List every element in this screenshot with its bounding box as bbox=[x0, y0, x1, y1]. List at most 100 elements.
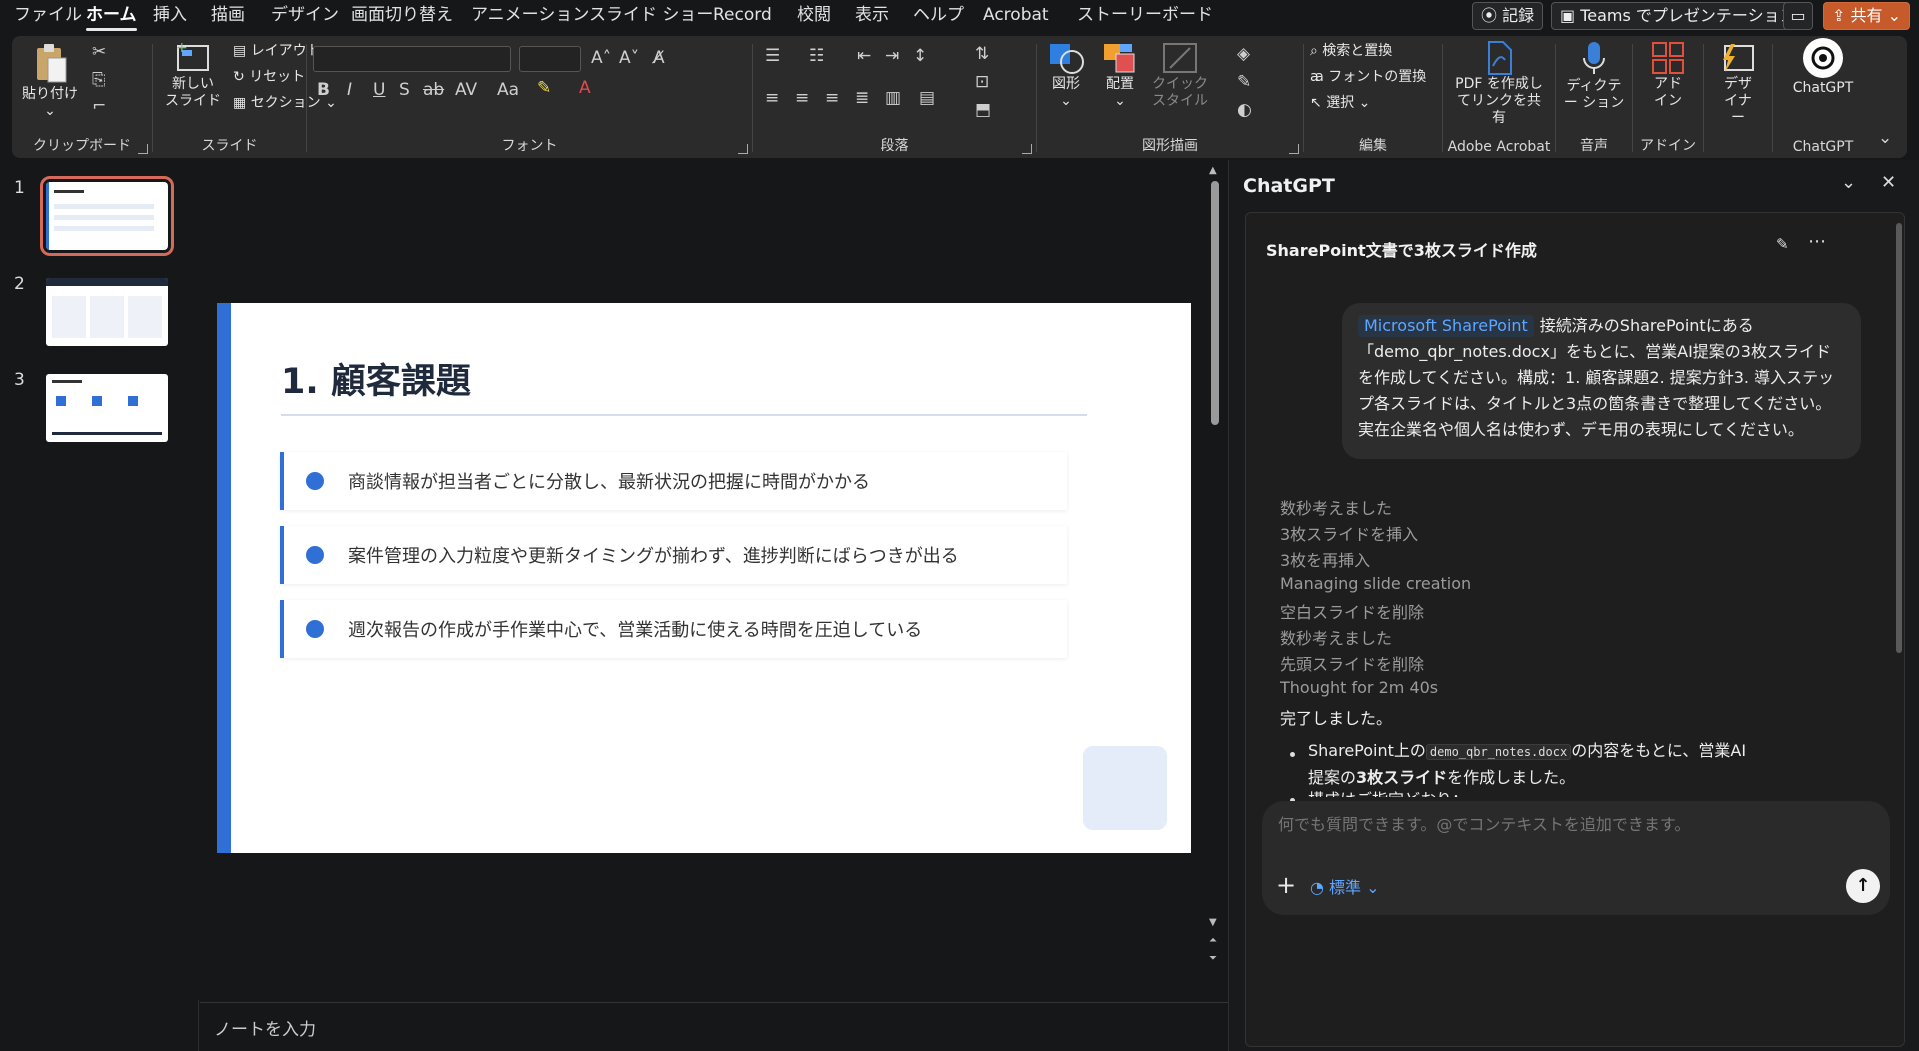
menu-home[interactable]: ホーム bbox=[86, 4, 137, 31]
previous-slide-icon[interactable]: ⏶ bbox=[1209, 935, 1217, 946]
replace-font-button[interactable]: ꜳ フォントの置換 bbox=[1310, 68, 1426, 86]
bold-icon[interactable]: B bbox=[317, 80, 330, 100]
copy-icon[interactable]: ⎘ bbox=[92, 70, 106, 90]
menu-file[interactable]: ファイル bbox=[14, 4, 82, 26]
font-name-select[interactable] bbox=[313, 46, 511, 72]
find-replace-button[interactable]: ⌕ 検索と置換 bbox=[1310, 42, 1392, 60]
scroll-up-icon[interactable]: ▲ bbox=[1209, 165, 1217, 176]
mode-select[interactable]: ◔ 標準 ⌄ bbox=[1310, 874, 1380, 898]
menu-storyboard[interactable]: ストーリーボード bbox=[1077, 4, 1213, 26]
font-size-select[interactable] bbox=[519, 46, 581, 72]
chatgpt-ribbon-button[interactable]: ChatGPT bbox=[1773, 36, 1873, 97]
send-button[interactable]: ↑ bbox=[1846, 869, 1880, 903]
columns-icon[interactable]: ▤ bbox=[919, 88, 935, 108]
clear-format-icon[interactable]: A̸ bbox=[653, 48, 665, 68]
line-spacing-icon[interactable]: ↕ bbox=[913, 46, 927, 66]
reasoning-step[interactable]: 3枚スライドを挿入 bbox=[1280, 521, 1418, 545]
scrollbar-thumb[interactable] bbox=[1211, 181, 1219, 425]
select-button[interactable]: ↖ 選択 ⌄ bbox=[1310, 94, 1370, 112]
reasoning-step[interactable]: 先頭スライドを削除 bbox=[1280, 651, 1424, 675]
thought-duration[interactable]: Thought for 2m 40s bbox=[1280, 678, 1438, 697]
menu-review[interactable]: 校閲 bbox=[797, 4, 831, 26]
scroll-down-icon[interactable]: ▼ bbox=[1209, 917, 1217, 928]
shrink-font-icon[interactable]: A˅ bbox=[619, 48, 639, 68]
text-direction-icon[interactable]: ⇅ bbox=[975, 44, 989, 64]
menu-draw[interactable]: 描画 bbox=[211, 4, 245, 26]
font-launcher-icon[interactable] bbox=[738, 144, 748, 154]
create-pdf-button[interactable]: PDF を作成し てリンクを共有 bbox=[1443, 40, 1555, 127]
reset-button[interactable]: ↻ リセット bbox=[233, 68, 305, 86]
align-center-icon[interactable]: ≡ bbox=[795, 88, 809, 108]
shadow-icon[interactable]: S bbox=[399, 80, 410, 100]
bullet-item[interactable]: 案件管理の入力粒度や更新タイミングが揃わず、進捗判断にばらつきが出る bbox=[280, 526, 1067, 584]
clipboard-launcher-icon[interactable] bbox=[138, 144, 148, 154]
arrange-button[interactable]: 配置 ⌄ bbox=[1095, 40, 1145, 110]
chevron-down-icon[interactable]: ⌄ bbox=[1841, 172, 1856, 193]
format-painter-icon[interactable]: ⌐ bbox=[92, 96, 106, 116]
comments-button[interactable]: ▭ bbox=[1783, 2, 1813, 30]
decrease-indent-icon[interactable]: ⇤ bbox=[857, 46, 871, 66]
chat-input[interactable] bbox=[1278, 815, 1858, 834]
sharepoint-chip[interactable]: Microsoft SharePoint bbox=[1358, 315, 1534, 337]
designer-button[interactable]: デザ イナー bbox=[1704, 40, 1772, 127]
slide-canvas[interactable]: 1. 顧客課題 商談情報が担当者ごとに分散し、最新状況の把握に時間がかかる 案件… bbox=[217, 303, 1191, 853]
next-slide-icon[interactable]: ⏷ bbox=[1209, 953, 1217, 964]
highlight-icon[interactable]: ✎ bbox=[537, 78, 551, 98]
new-slide-button[interactable]: + 新しい スライド bbox=[163, 40, 223, 110]
menu-transitions[interactable]: 画面切り替え bbox=[351, 4, 453, 26]
menu-design[interactable]: デザイン bbox=[271, 4, 339, 26]
addins-button[interactable]: アド イン bbox=[1633, 40, 1703, 110]
smartart-icon[interactable]: ⬒ bbox=[975, 100, 991, 120]
record-button[interactable]: ⦿ 記録 bbox=[1472, 2, 1544, 30]
editor-scrollbar[interactable]: ▲ ▼ ⏶ ⏷ bbox=[1207, 165, 1221, 975]
numbering-icon[interactable]: ☷ bbox=[809, 46, 824, 66]
align-text-icon[interactable]: ⊡ bbox=[975, 72, 989, 92]
reasoning-step[interactable]: Managing slide creation bbox=[1280, 574, 1471, 593]
reasoning-step[interactable]: 数秒考えました bbox=[1280, 625, 1392, 649]
paste-button[interactable]: 貼り付け ⌄ bbox=[22, 42, 78, 120]
menu-slideshow[interactable]: スライド ショー bbox=[589, 4, 713, 26]
share-button[interactable]: ⇪ 共有 ⌄ bbox=[1823, 2, 1911, 30]
align-right-icon[interactable]: ≡ bbox=[825, 88, 839, 108]
teams-present-button[interactable]: ▣ Teams でプレゼンテーション bbox=[1551, 2, 1805, 30]
change-case-icon[interactable]: Aa bbox=[497, 80, 519, 100]
bullet-item[interactable]: 週次報告の作成が手作業中心で、営業活動に使える時間を圧迫している bbox=[280, 600, 1067, 658]
quick-style-button[interactable]: クイック スタイル bbox=[1149, 40, 1211, 110]
thumbnail-slide-1[interactable] bbox=[40, 176, 174, 256]
more-options-icon[interactable]: ⋯ bbox=[1808, 231, 1826, 252]
char-spacing-icon[interactable]: AV bbox=[455, 80, 477, 100]
close-icon[interactable]: ✕ bbox=[1881, 172, 1896, 193]
chat-scrollbar[interactable] bbox=[1896, 223, 1902, 653]
increase-indent-icon[interactable]: ⇥ bbox=[885, 46, 899, 66]
menu-view[interactable]: 表示 bbox=[855, 4, 889, 26]
reasoning-step[interactable]: 空白スライドを削除 bbox=[1280, 599, 1424, 623]
strikethrough-icon[interactable]: ab bbox=[423, 80, 444, 100]
menu-record[interactable]: Record bbox=[713, 4, 772, 26]
font-color-icon[interactable]: A bbox=[579, 78, 591, 98]
align-left-icon[interactable]: ≡ bbox=[765, 88, 779, 108]
dictate-button[interactable]: ディクテー ション bbox=[1556, 40, 1632, 112]
reasoning-step[interactable]: 3枚を再挿入 bbox=[1280, 547, 1370, 571]
underline-icon[interactable]: U bbox=[373, 80, 385, 100]
grow-font-icon[interactable]: A˄ bbox=[591, 48, 611, 68]
shape-outline-icon[interactable]: ✎ bbox=[1237, 72, 1251, 92]
add-button[interactable]: + bbox=[1272, 871, 1300, 899]
distribute-icon[interactable]: ▥ bbox=[885, 88, 901, 108]
paragraph-launcher-icon[interactable] bbox=[1022, 144, 1032, 154]
drawing-launcher-icon[interactable] bbox=[1289, 144, 1299, 154]
slide-title[interactable]: 1. 顧客課題 bbox=[281, 353, 471, 404]
justify-icon[interactable]: ≣ bbox=[855, 88, 869, 108]
shape-effects-icon[interactable]: ◐ bbox=[1237, 100, 1252, 120]
thumbnail-slide-2[interactable] bbox=[46, 278, 168, 346]
menu-animations[interactable]: アニメーション bbox=[471, 4, 589, 26]
menu-help[interactable]: ヘルプ bbox=[913, 4, 964, 26]
cut-icon[interactable]: ✂ bbox=[92, 42, 106, 62]
notes-pane[interactable]: ノートを入力 bbox=[200, 1002, 1228, 1051]
shapes-button[interactable]: 図形 ⌄ bbox=[1041, 40, 1091, 110]
reasoning-step[interactable]: 数秒考えました bbox=[1280, 495, 1392, 519]
thumbnail-slide-3[interactable] bbox=[46, 374, 168, 442]
italic-icon[interactable]: I bbox=[347, 80, 352, 100]
shape-fill-icon[interactable]: ◈ bbox=[1237, 44, 1250, 64]
menu-acrobat[interactable]: Acrobat bbox=[983, 4, 1049, 26]
new-chat-icon[interactable]: ✎ bbox=[1776, 235, 1789, 253]
